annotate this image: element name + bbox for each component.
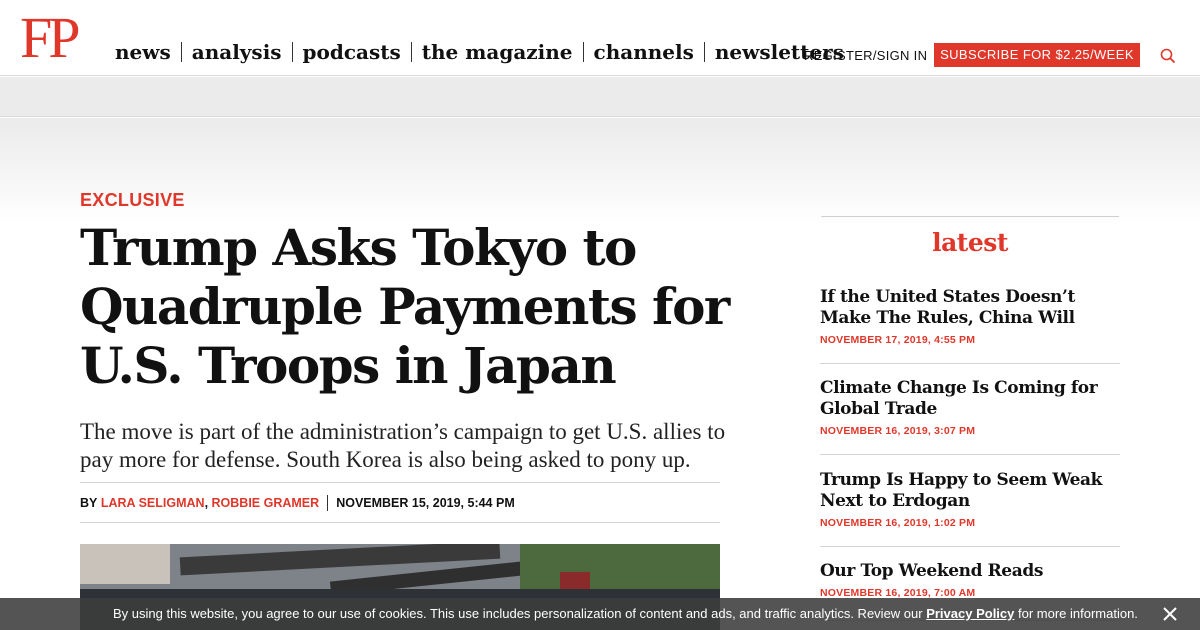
story-title[interactable]: Our Top Weekend Reads bbox=[820, 561, 1120, 582]
publish-date: NOVEMBER 15, 2019, 5:44 PM bbox=[336, 495, 515, 510]
site-header: FP news analysis podcasts the magazine c… bbox=[0, 0, 1200, 76]
latest-heading: latest bbox=[932, 228, 1008, 257]
ad-band bbox=[0, 77, 1200, 117]
privacy-policy-link[interactable]: Privacy Policy bbox=[926, 606, 1014, 621]
byline-prefix: BY bbox=[80, 495, 98, 510]
cookie-text: By using this website, you agree to our … bbox=[113, 598, 1138, 630]
author-separator: , bbox=[204, 495, 209, 510]
latest-story[interactable]: Trump Is Happy to Seem Weak Next to Erdo… bbox=[820, 470, 1120, 547]
article-kicker[interactable]: EXCLUSIVE bbox=[80, 190, 185, 211]
story-date: NOVEMBER 16, 2019, 3:07 PM bbox=[820, 425, 976, 437]
cookie-message-end: for more information. bbox=[1014, 606, 1138, 621]
main-nav: news analysis podcasts the magazine chan… bbox=[115, 40, 854, 64]
author-link[interactable]: LARA SELIGMAN bbox=[101, 496, 205, 510]
latest-story[interactable]: If the United States Doesn’t Make The Ru… bbox=[820, 287, 1120, 364]
cookie-message: By using this website, you agree to our … bbox=[113, 606, 927, 621]
story-title[interactable]: Trump Is Happy to Seem Weak Next to Erdo… bbox=[820, 470, 1120, 512]
story-date: NOVEMBER 16, 2019, 1:02 PM bbox=[820, 517, 976, 529]
fp-logo[interactable]: FP bbox=[20, 8, 80, 68]
article-byline: BY LARA SELIGMAN , ROBBIE GRAMER NOVEMBE… bbox=[80, 482, 720, 523]
cookie-banner: By using this website, you agree to our … bbox=[0, 598, 1200, 630]
byline-divider bbox=[327, 494, 329, 511]
story-title[interactable]: Climate Change Is Coming for Global Trad… bbox=[820, 378, 1120, 420]
register-sign-in-link[interactable]: REGISTER/SIGN IN bbox=[804, 48, 927, 63]
article-dek: The move is part of the administration’s… bbox=[80, 419, 726, 472]
nav-podcasts[interactable]: podcasts bbox=[293, 40, 411, 64]
subscribe-button[interactable]: SUBSCRIBE FOR $2.25/WEEK bbox=[934, 43, 1140, 67]
nav-channels[interactable]: channels bbox=[584, 40, 704, 64]
author-link[interactable]: ROBBIE GRAMER bbox=[212, 496, 320, 510]
nav-the-magazine[interactable]: the magazine bbox=[412, 40, 583, 64]
close-icon[interactable] bbox=[1162, 606, 1178, 622]
nav-analysis[interactable]: analysis bbox=[182, 40, 292, 64]
nav-news[interactable]: news bbox=[115, 40, 181, 64]
search-icon[interactable] bbox=[1160, 48, 1176, 64]
story-date: NOVEMBER 17, 2019, 4:55 PM bbox=[820, 334, 976, 346]
story-title[interactable]: If the United States Doesn’t Make The Ru… bbox=[820, 287, 1120, 329]
article-headline: Trump Asks Tokyo to Quadruple Payments f… bbox=[80, 218, 730, 395]
sidebar-rule bbox=[821, 216, 1119, 217]
latest-story[interactable]: Climate Change Is Coming for Global Trad… bbox=[820, 378, 1120, 455]
background-fade bbox=[0, 118, 1200, 228]
